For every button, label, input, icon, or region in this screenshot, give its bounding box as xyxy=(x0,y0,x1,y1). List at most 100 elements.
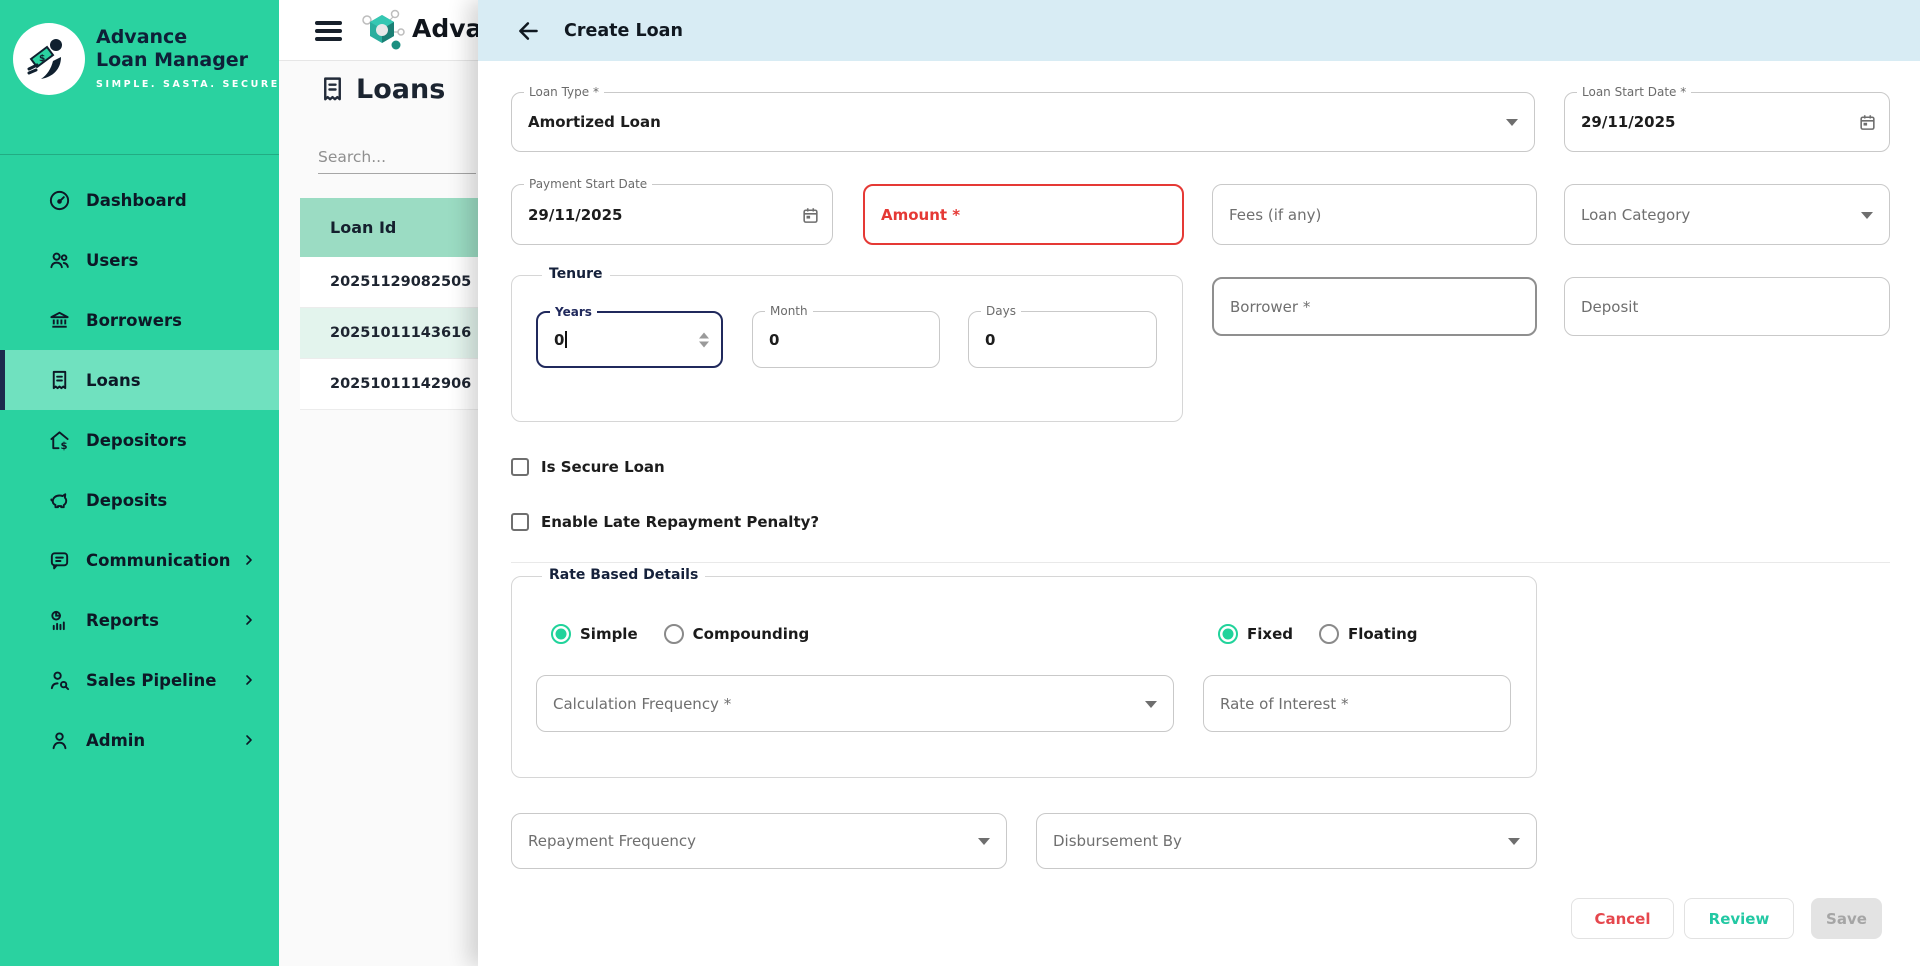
calculation-frequency-label: Calculation Frequency * xyxy=(553,694,732,713)
radio-fixed-label: Fixed xyxy=(1247,625,1293,643)
menu-icon[interactable] xyxy=(315,21,342,45)
tenure-legend: Tenure xyxy=(542,266,610,282)
loan-start-date-field[interactable]: Loan Start Date * 29/11/2025 xyxy=(1564,85,1890,152)
payment-start-date-field[interactable]: Payment Start Date 29/11/2025 xyxy=(511,177,833,245)
radio-unselected-icon[interactable] xyxy=(663,624,684,644)
sidebar-nav: Dashboard Users Borrowers Loans $ Deposi… xyxy=(0,170,279,770)
sidebar-item-sales-pipeline[interactable]: Sales Pipeline xyxy=(0,650,279,710)
person-icon xyxy=(47,728,71,752)
radio-selected-icon[interactable] xyxy=(551,624,571,644)
chevron-right-icon xyxy=(241,612,257,628)
rate-of-interest-label: Rate of Interest * xyxy=(1220,694,1349,713)
search-input[interactable] xyxy=(318,140,476,174)
sidebar-item-label: Deposits xyxy=(86,490,168,510)
rate-of-interest-field[interactable]: Rate of Interest * xyxy=(1203,675,1511,732)
amount-field[interactable]: Amount * xyxy=(863,184,1184,245)
radio-compounding-label: Compounding xyxy=(692,625,810,643)
brand-tagline: SIMPLE. SASTA. SECURE xyxy=(96,79,280,90)
tenure-month-input[interactable]: Month 0 xyxy=(752,304,940,368)
sidebar-item-admin[interactable]: Admin xyxy=(0,710,279,770)
review-button[interactable]: Review xyxy=(1684,898,1794,939)
person-search-icon xyxy=(47,668,71,692)
save-button[interactable]: Save xyxy=(1811,898,1882,939)
sidebar-item-label: Admin xyxy=(86,730,146,750)
sidebar-item-label: Sales Pipeline xyxy=(86,670,217,690)
loan-start-date-value: 29/11/2025 xyxy=(1581,113,1676,131)
svg-text:$: $ xyxy=(39,54,45,64)
chevron-down-icon xyxy=(1506,119,1518,126)
tenure-years-input[interactable]: Years 0 xyxy=(536,305,723,368)
page-title: Create Loan xyxy=(564,20,683,41)
rate-based-details-group: Rate Based Details Simple Compounding Fi… xyxy=(511,567,1537,778)
number-stepper-icon[interactable] xyxy=(699,332,709,347)
radio-unselected-icon[interactable] xyxy=(1318,624,1339,644)
checkbox-icon[interactable] xyxy=(511,458,529,476)
sidebar-item-label: Dashboard xyxy=(86,190,187,210)
radio-selected-icon[interactable] xyxy=(1218,624,1238,644)
calendar-icon[interactable] xyxy=(1858,113,1877,132)
chevron-right-icon xyxy=(241,732,257,748)
sidebar-item-borrowers[interactable]: Borrowers xyxy=(0,290,279,350)
app-root: $ Advance Loan Manager SIMPLE. SASTA. SE… xyxy=(0,0,1920,966)
borrower-label: Borrower * xyxy=(1230,297,1311,316)
loan-category-label: Loan Category xyxy=(1581,205,1691,224)
radio-floating-label: Floating xyxy=(1347,625,1418,643)
sidebar-item-communication[interactable]: Communication xyxy=(0,530,279,590)
loan-row[interactable]: 20251129082505 xyxy=(300,257,478,308)
sidebar-item-dashboard[interactable]: Dashboard xyxy=(0,170,279,230)
borrower-field[interactable]: Borrower * xyxy=(1212,277,1537,336)
sidebar-item-loans[interactable]: Loans xyxy=(0,350,279,410)
sidebar-item-label: Loans xyxy=(86,370,141,390)
back-arrow-icon[interactable] xyxy=(516,18,542,44)
radio-fixed[interactable]: Fixed xyxy=(1218,624,1293,644)
sidebar-item-label: Reports xyxy=(86,610,159,630)
sidebar-item-reports[interactable]: Reports xyxy=(0,590,279,650)
loan-type-label: Loan Type * xyxy=(524,85,604,99)
sidebar-item-depositors[interactable]: $ Depositors xyxy=(0,410,279,470)
chevron-down-icon xyxy=(1145,700,1157,708)
radio-floating[interactable]: Floating xyxy=(1318,624,1418,644)
chevron-down-icon xyxy=(1508,838,1520,845)
loan-row[interactable]: 20251011142906 xyxy=(300,359,478,410)
calendar-icon[interactable] xyxy=(801,205,820,224)
repayment-frequency-select[interactable]: Repayment Frequency xyxy=(511,813,1007,869)
fees-field[interactable]: Fees (if any) xyxy=(1212,184,1537,245)
radio-compounding[interactable]: Compounding xyxy=(663,624,810,644)
is-secure-loan-checkbox[interactable]: Is Secure Loan xyxy=(511,458,665,476)
sidebar-item-deposits[interactable]: Deposits xyxy=(0,470,279,530)
loans-panel-title: Loans xyxy=(356,73,446,105)
create-loan-panel: Create Loan Loan Type * Amortized Loan L… xyxy=(478,0,1920,966)
brand-text: Advance Loan Manager SIMPLE. SASTA. SECU… xyxy=(96,26,280,90)
receipt-icon xyxy=(318,75,347,104)
radio-simple-label: Simple xyxy=(580,625,638,643)
deposit-field[interactable]: Deposit xyxy=(1564,277,1890,336)
amount-label: Amount * xyxy=(881,205,961,224)
loan-id-header: Loan Id xyxy=(300,198,478,257)
pie-bars-icon xyxy=(47,608,71,632)
checkbox-icon[interactable] xyxy=(511,513,529,531)
cancel-button[interactable]: Cancel xyxy=(1571,898,1674,939)
house-dollar-icon: $ xyxy=(47,428,71,452)
brand-logo: $ Advance Loan Manager SIMPLE. SASTA. SE… xyxy=(0,0,279,155)
sidebar-item-label: Users xyxy=(86,250,139,270)
tenure-group: Tenure Years 0 Month 0 Days 0 xyxy=(511,266,1183,422)
payment-start-date-value: 29/11/2025 xyxy=(528,205,623,224)
piggy-bank-icon xyxy=(47,488,71,512)
loan-row-selected[interactable]: 20251011143616 xyxy=(300,308,478,359)
loan-type-select[interactable]: Loan Type * Amortized Loan xyxy=(511,85,1535,152)
sidebar-item-users[interactable]: Users xyxy=(0,230,279,290)
chat-icon xyxy=(47,548,71,572)
tenure-days-input[interactable]: Days 0 xyxy=(968,304,1157,368)
loan-category-select[interactable]: Loan Category xyxy=(1564,184,1890,245)
chevron-down-icon xyxy=(1861,211,1873,219)
loans-list-panel: Advan Loans Loan Id 20251129082505 20251… xyxy=(279,0,478,966)
disbursement-by-select[interactable]: Disbursement By xyxy=(1036,813,1537,869)
text-cursor xyxy=(565,330,568,348)
late-penalty-checkbox[interactable]: Enable Late Repayment Penalty? xyxy=(511,513,819,531)
late-penalty-label: Enable Late Repayment Penalty? xyxy=(541,513,820,531)
radio-simple[interactable]: Simple xyxy=(551,624,638,644)
loan-type-value: Amortized Loan xyxy=(528,113,661,131)
sidebar: $ Advance Loan Manager SIMPLE. SASTA. SE… xyxy=(0,0,279,966)
rate-type-radios: Fixed Floating xyxy=(1218,624,1418,644)
calculation-frequency-select[interactable]: Calculation Frequency * xyxy=(536,675,1174,732)
